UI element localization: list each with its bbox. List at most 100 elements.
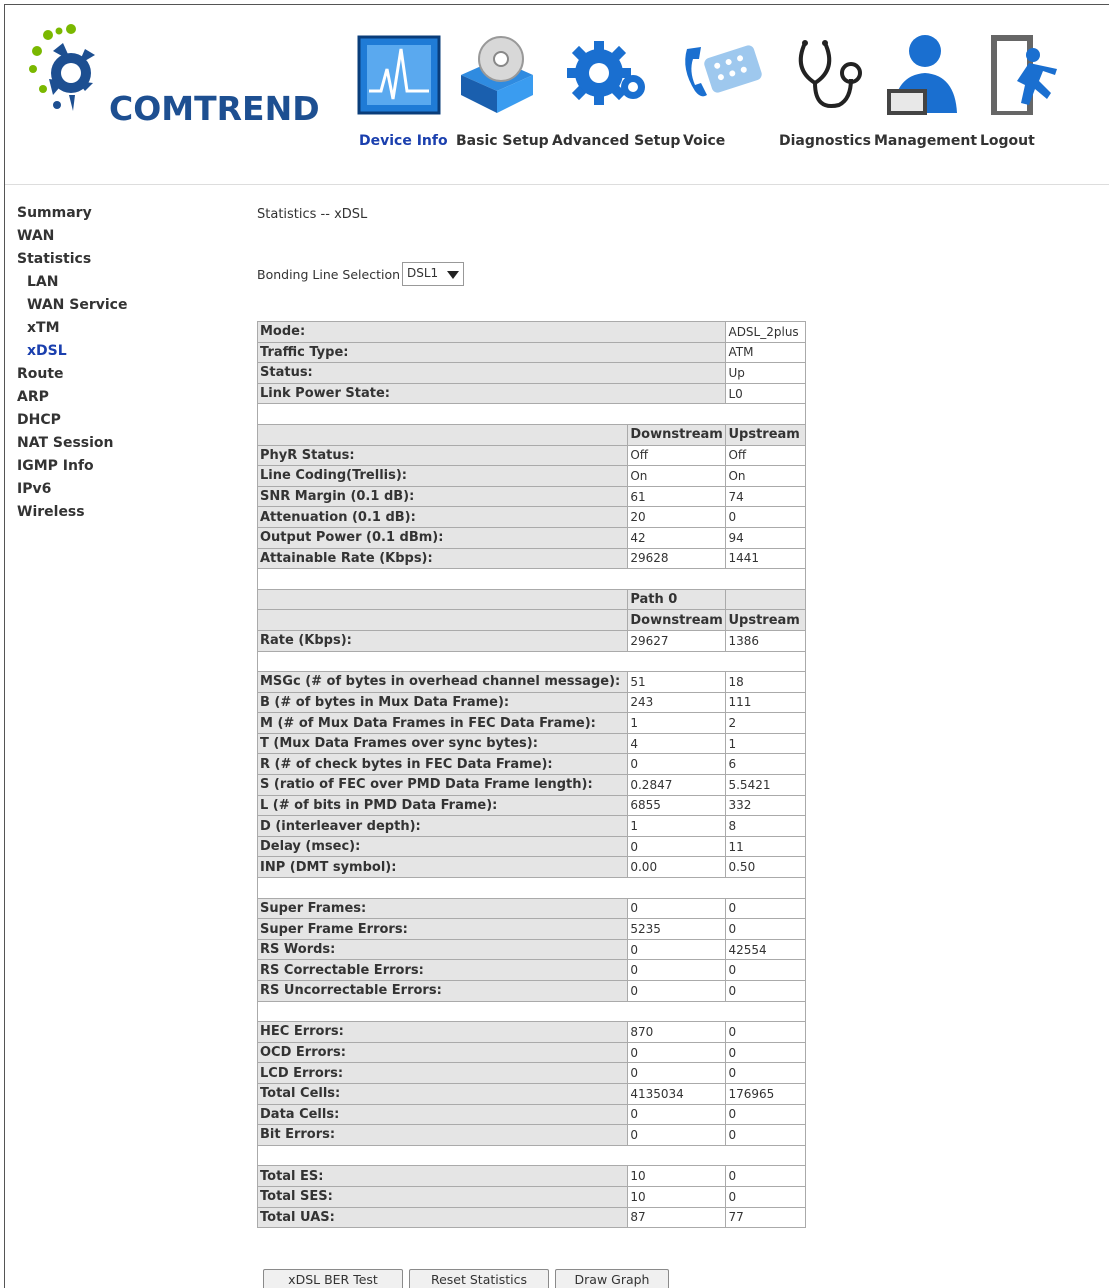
sidebar-item-wan-service[interactable]: WAN Service: [27, 297, 127, 313]
header-label: [256, 423, 629, 446]
voice-icon[interactable]: [679, 29, 765, 119]
downstream-value: 0: [627, 1062, 727, 1084]
column-header-downstream: Downstream: [627, 609, 727, 631]
downstream-value: 0: [627, 959, 727, 981]
upstream-value: 1386: [725, 629, 806, 652]
basic-setup-icon[interactable]: [453, 29, 539, 119]
row-label: PhyR Status:: [256, 444, 629, 467]
table-row: Bit Errors: 0 0: [256, 1124, 806, 1146]
upstream-value: 0: [725, 1062, 806, 1084]
row-label: RS Words:: [256, 938, 629, 961]
table-row: Link Power State: L0: [256, 382, 806, 405]
separator-row: [257, 568, 806, 590]
advanced-setup-icon[interactable]: [563, 29, 649, 119]
sidebar-item-nat-session[interactable]: NAT Session: [17, 435, 114, 451]
column-header-upstream: Upstream: [725, 423, 806, 446]
nav-device-info[interactable]: Device Info: [359, 133, 448, 149]
upstream-value: 8: [725, 815, 806, 837]
sidebar-item-summary[interactable]: Summary: [17, 205, 92, 221]
bonding-line-select[interactable]: DSL1: [402, 262, 464, 286]
table-row: L (# of bits in PMD Data Frame): 6855 332: [256, 794, 806, 817]
sidebar-item-wan[interactable]: WAN: [17, 228, 54, 244]
sidebar-item-xdsl[interactable]: xDSL: [27, 343, 67, 359]
row-label: S (ratio of FEC over PMD Data Frame leng…: [256, 774, 629, 796]
upstream-value: 11: [725, 835, 806, 858]
device-info-icon[interactable]: [357, 29, 443, 119]
diagnostics-icon[interactable]: [785, 29, 871, 119]
row-label: Total Cells:: [256, 1082, 629, 1105]
row-label: R (# of check bytes in FEC Data Frame):: [256, 753, 629, 776]
reset-statistics-button[interactable]: Reset Statistics: [409, 1269, 549, 1288]
nav-advanced-setup[interactable]: Advanced Setup: [552, 133, 680, 149]
nav-management[interactable]: Management: [874, 133, 977, 149]
sidebar-item-lan[interactable]: LAN: [27, 274, 58, 290]
downstream-value: 0: [627, 835, 727, 858]
table-row: Total ES: 10 0: [256, 1165, 806, 1187]
table-row: OCD Errors: 0 0: [256, 1041, 806, 1064]
upstream-value: 0: [725, 1103, 806, 1126]
row-label: Traffic Type:: [256, 341, 727, 364]
table-row: Super Frame Errors: 5235 0: [256, 918, 806, 940]
sidebar-item-xtm[interactable]: xTM: [27, 320, 60, 336]
table-row: Rate (Kbps): 29627 1386: [256, 629, 806, 652]
table-row: RS Words: 0 42554: [256, 938, 806, 961]
row-label: Rate (Kbps):: [256, 629, 629, 652]
nav-diagnostics[interactable]: Diagnostics: [779, 133, 871, 149]
sidebar-item-statistics[interactable]: Statistics: [17, 251, 91, 267]
separator-cell: [257, 1000, 806, 1023]
row-label: Line Coding(Trellis):: [256, 465, 629, 487]
nav-basic-setup[interactable]: Basic Setup: [456, 133, 549, 149]
table-row: Downstream Upstream: [256, 423, 806, 446]
table-row: HEC Errors: 870 0: [256, 1021, 806, 1043]
separator-cell: [257, 650, 806, 673]
downstream-value: 0: [627, 1103, 727, 1126]
sidebar-item-igmp-info[interactable]: IGMP Info: [17, 458, 94, 474]
header-label: [256, 609, 629, 631]
sidebar-item-ipv6[interactable]: IPv6: [17, 481, 51, 497]
upstream-value: 0: [725, 918, 806, 940]
header: COMTREND Device Info Basic Setup Advance…: [5, 5, 1109, 185]
management-icon[interactable]: [881, 29, 967, 119]
downstream-value: 0: [627, 938, 727, 961]
bonding-line-value: DSL1: [407, 266, 439, 280]
sidebar-item-route[interactable]: Route: [17, 366, 64, 382]
table-row: Output Power (0.1 dBm): 42 94: [256, 526, 806, 549]
row-label: SNR Margin (0.1 dB):: [256, 485, 629, 508]
row-label: RS Uncorrectable Errors:: [256, 980, 629, 1002]
draw-graph-button[interactable]: Draw Graph: [555, 1269, 669, 1288]
table-row: Super Frames: 0 0: [256, 897, 806, 920]
downstream-value: 0: [627, 980, 727, 1002]
table-row: B (# of bytes in Mux Data Frame): 243 111: [256, 691, 806, 714]
sidebar-item-wireless[interactable]: Wireless: [17, 504, 85, 520]
sidebar-item-dhcp[interactable]: DHCP: [17, 412, 61, 428]
table-row: Attainable Rate (Kbps): 29628 1441: [256, 547, 806, 570]
row-label: Attenuation (0.1 dB):: [256, 506, 629, 528]
downstream-value: 0: [627, 1124, 727, 1146]
upstream-value: 332: [725, 794, 806, 817]
row-label: Link Power State:: [256, 382, 727, 405]
nav-logout[interactable]: Logout: [980, 133, 1035, 149]
nav-voice[interactable]: Voice: [683, 133, 725, 149]
row-label: Bit Errors:: [256, 1124, 629, 1146]
column-header-downstream: Path 0: [627, 588, 727, 611]
upstream-value: 0: [725, 1165, 806, 1187]
separator-row: [257, 650, 806, 673]
downstream-value: 4135034: [627, 1082, 727, 1105]
sidebar-item-arp[interactable]: ARP: [17, 389, 49, 405]
table-row: MSGc (# of bytes in overhead channel mes…: [256, 671, 806, 693]
separator-cell: [257, 1144, 806, 1167]
downstream-value: 1: [627, 712, 727, 734]
table-row: RS Correctable Errors: 0 0: [256, 959, 806, 981]
row-label: INP (DMT symbol):: [256, 856, 629, 879]
xdsl-ber-test-button[interactable]: xDSL BER Test: [263, 1269, 403, 1288]
row-label: Total SES:: [256, 1185, 629, 1208]
downstream-value: 0: [627, 897, 727, 920]
row-label: OCD Errors:: [256, 1041, 629, 1064]
upstream-value: 18: [725, 671, 806, 693]
upstream-value: 1441: [725, 547, 806, 570]
table-row: Status: Up: [256, 362, 806, 384]
logout-icon[interactable]: [985, 29, 1071, 119]
xdsl-stats-table: Mode: ADSL_2plus Traffic Type: ATM Status: Up…: [256, 321, 806, 1229]
brand-name: COMTREND: [109, 89, 320, 128]
row-label: Delay (msec):: [256, 835, 629, 858]
